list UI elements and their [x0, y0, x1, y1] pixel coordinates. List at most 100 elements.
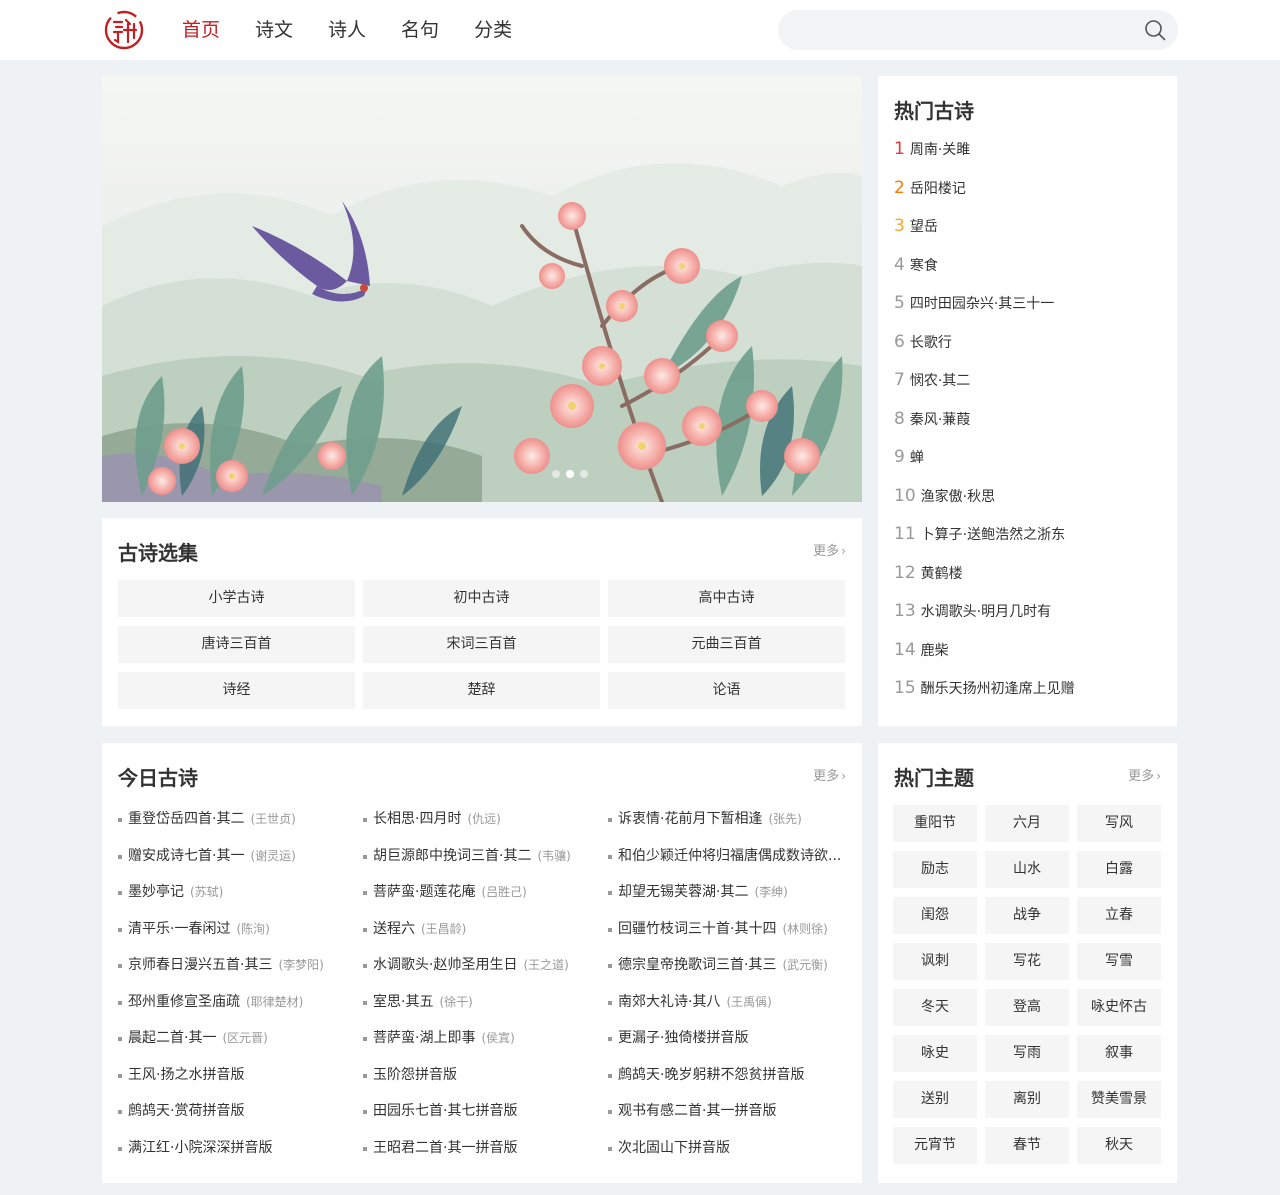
poem-list-item[interactable]: 鹧鸪天·赏荷拼音版 [118, 1101, 354, 1138]
collection-item[interactable]: 元曲三百首 [608, 626, 845, 663]
topic-item[interactable]: 咏史 [893, 1035, 977, 1072]
poem-list-item[interactable]: 更漏子·独倚楼拼音版 [608, 1028, 844, 1065]
poem-list-item[interactable]: 清平乐·一春闲过 (陈洵) [118, 919, 354, 956]
topic-item[interactable]: 春节 [985, 1127, 1069, 1164]
topic-item[interactable]: 写雨 [985, 1035, 1069, 1072]
hot-poem-item[interactable]: 12 黄鹤楼 [894, 562, 1075, 601]
poem-list-item[interactable]: 回疆竹枝词三十首·其十四 (林则徐) [608, 919, 844, 956]
hot-poem-item[interactable]: 2 岳阳楼记 [894, 177, 1075, 216]
collection-item[interactable]: 高中古诗 [608, 580, 845, 617]
poem-list-item[interactable]: 次北固山下拼音版 [608, 1138, 844, 1175]
nav-home[interactable]: 首页 [182, 17, 220, 43]
topic-item[interactable]: 离别 [985, 1081, 1069, 1118]
hot-poem-item[interactable]: 3 望岳 [894, 215, 1075, 254]
poem-list-item[interactable]: 水调歌头·赵帅圣用生日 (王之道) [363, 955, 599, 992]
hot-poem-item[interactable]: 11 卜算子·送鲍浩然之浙东 [894, 523, 1075, 562]
carousel-dot[interactable] [566, 470, 574, 478]
collection-item[interactable]: 宋词三百首 [363, 626, 600, 663]
collection-item[interactable]: 诗经 [118, 672, 355, 709]
topic-item[interactable]: 秋天 [1077, 1127, 1161, 1164]
topic-item[interactable]: 励志 [893, 851, 977, 888]
hot-poem-item[interactable]: 8 秦风·蒹葭 [894, 408, 1075, 447]
poem-list-item[interactable]: 田园乐七首·其七拼音版 [363, 1101, 599, 1138]
poem-list-item[interactable]: 京师春日漫兴五首·其三 (李梦阳) [118, 955, 354, 992]
topic-item[interactable]: 赞美雪景 [1077, 1081, 1161, 1118]
poem-list-item[interactable]: 邳州重修宣圣庙疏 (耶律楚材) [118, 992, 354, 1029]
hot-poem-item[interactable]: 7 悯农·其二 [894, 369, 1075, 408]
search-icon[interactable] [1144, 19, 1166, 41]
poem-list-item[interactable]: 王昭君二首·其一拼音版 [363, 1138, 599, 1175]
carousel-dot[interactable] [552, 470, 560, 478]
poem-list-item[interactable]: 玉阶怨拼音版 [363, 1065, 599, 1102]
hot-poem-item[interactable]: 15 酬乐天扬州初逢席上见赠 [894, 677, 1075, 716]
hot-poem-item[interactable]: 14 鹿柴 [894, 639, 1075, 678]
poem-list-item[interactable]: 室思·其五 (徐干) [363, 992, 599, 1029]
topic-item[interactable]: 山水 [985, 851, 1069, 888]
collection-item[interactable]: 初中古诗 [363, 580, 600, 617]
topic-item[interactable]: 冬天 [893, 989, 977, 1026]
banner-carousel[interactable] [102, 76, 862, 502]
hot-poem-item[interactable]: 4 寒食 [894, 254, 1075, 293]
topic-item[interactable]: 叙事 [1077, 1035, 1161, 1072]
nav-poets[interactable]: 诗人 [328, 17, 366, 43]
topic-item[interactable]: 写风 [1077, 805, 1161, 842]
hot-poem-title: 岳阳楼记 [909, 180, 966, 197]
topic-item[interactable]: 登高 [985, 989, 1069, 1026]
poem-list-item[interactable]: 诉衷情·花前月下暂相逢 (张先) [608, 809, 844, 846]
hot-poem-item[interactable]: 1 周南·关雎 [894, 138, 1075, 177]
poem-list-item[interactable]: 晨起二首·其一 (区元晋) [118, 1028, 354, 1065]
poem-column: 重登岱岳四首·其二 (王世贞) 赠安成诗七首·其一 (谢灵运) 墨妙亭记 (苏轼) 清平乐·… [118, 809, 363, 1174]
poem-list-item[interactable]: 送程六 (王昌龄) [363, 919, 599, 956]
site-logo-icon[interactable] [104, 10, 144, 50]
more-link[interactable]: 更多 › [813, 540, 846, 559]
collection-item[interactable]: 唐诗三百首 [118, 626, 355, 663]
hot-poem-item[interactable]: 5 四时田园杂兴·其三十一 [894, 292, 1075, 331]
topic-item[interactable]: 白露 [1077, 851, 1161, 888]
poem-list-item[interactable]: 德宗皇帝挽歌词三首·其三 (武元衡) [608, 955, 844, 992]
hot-poem-title: 四时田园杂兴·其三十一 [909, 296, 1055, 312]
poem-list-item[interactable]: 菩萨蛮·湖上即事 (侯寘) [363, 1028, 599, 1065]
nav-quotes[interactable]: 名句 [401, 17, 439, 43]
topic-item[interactable]: 写雪 [1077, 943, 1161, 980]
hot-poem-item[interactable]: 13 水调歌头·明月几时有 [894, 600, 1075, 639]
topic-item[interactable]: 送别 [893, 1081, 977, 1118]
topic-item[interactable]: 讽刺 [893, 943, 977, 980]
topic-item[interactable]: 咏史怀古 [1077, 989, 1161, 1026]
nav-categories[interactable]: 分类 [474, 17, 512, 43]
topic-item[interactable]: 战争 [985, 897, 1069, 934]
search-box [778, 10, 1178, 50]
topic-item[interactable]: 重阳节 [893, 805, 977, 842]
collection-item[interactable]: 小学古诗 [118, 580, 355, 617]
hot-poem-item[interactable]: 9蝉 [894, 446, 1075, 485]
poem-list-item[interactable]: 却望无锡芙蓉湖·其二 (李绅) [608, 882, 844, 919]
hot-poem-item[interactable]: 6 长歌行 [894, 331, 1075, 370]
collection-item[interactable]: 楚辞 [363, 672, 600, 709]
topic-item[interactable]: 六月 [985, 805, 1069, 842]
nav-poems[interactable]: 诗文 [255, 17, 293, 43]
poem-list-item[interactable]: 重登岱岳四首·其二 (王世贞) [118, 809, 354, 846]
hot-poem-item[interactable]: 10 渔家傲·秋思 [894, 485, 1075, 524]
poem-list-item[interactable]: 长相思·四月时 (仇远) [363, 809, 599, 846]
search-input[interactable] [796, 18, 1136, 42]
topic-item[interactable]: 写花 [985, 943, 1069, 980]
carousel-dot[interactable] [580, 470, 588, 478]
poem-list-item[interactable]: 满江红·小院深深拼音版 [118, 1138, 354, 1175]
topic-item[interactable]: 元宵节 [893, 1127, 977, 1164]
poem-list-item[interactable]: 赠安成诗七首·其一 (谢灵运) [118, 846, 354, 883]
hot-poem-title: 秦风·蒹葭 [909, 411, 971, 428]
poem-list-item[interactable]: 和伯少颖迁仲将归福唐偶成数诗欲... [608, 846, 844, 883]
poem-list-item[interactable]: 菩萨蛮·题莲花庵 (吕胜己) [363, 882, 599, 919]
poem-list-item[interactable]: 墨妙亭记 (苏轼) [118, 882, 354, 919]
poem-author: (武元衡) [782, 958, 828, 972]
poem-list-item[interactable]: 南郊大礼诗·其八 (王禹偁) [608, 992, 844, 1029]
collection-item[interactable]: 论语 [608, 672, 845, 709]
poem-list-item[interactable]: 王风·扬之水拼音版 [118, 1065, 354, 1102]
topic-item[interactable]: 立春 [1077, 897, 1161, 934]
poem-list-item[interactable]: 鹧鸪天·晚岁躬耕不怨贫拼音版 [608, 1065, 844, 1102]
poem-list-item[interactable]: 观书有感二首·其一拼音版 [608, 1101, 844, 1138]
poem-list-item[interactable]: 胡巨源郎中挽词三首·其二 (韦骧) [363, 846, 599, 883]
topic-item[interactable]: 闺怨 [893, 897, 977, 934]
more-link[interactable]: 更多 › [813, 765, 846, 784]
panel-title: 今日古诗 [118, 766, 198, 790]
more-link[interactable]: 更多 › [1128, 765, 1161, 784]
